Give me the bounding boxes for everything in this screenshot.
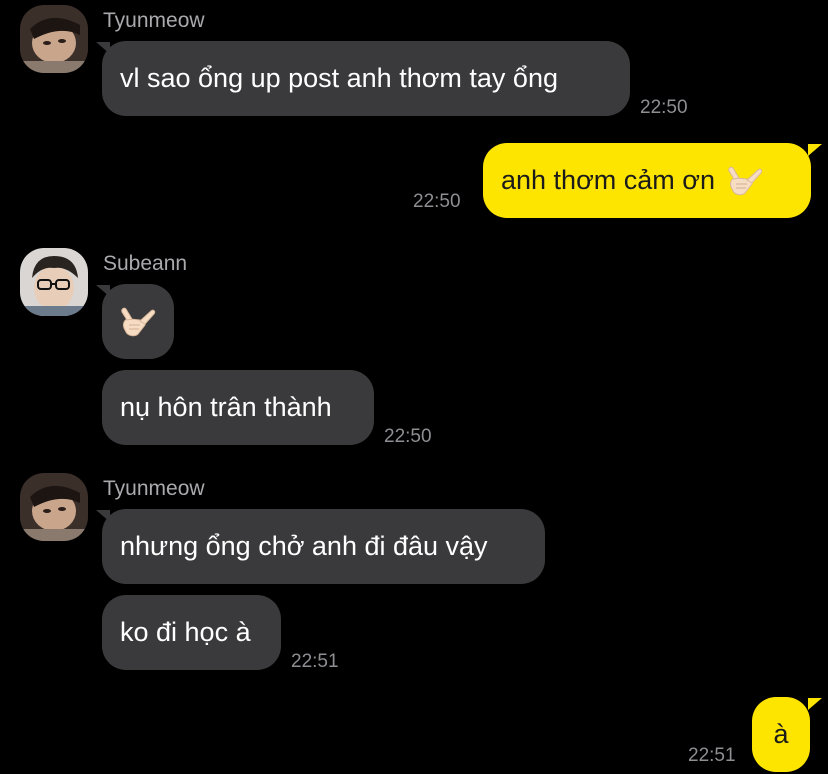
message-timestamp: 22:50 [384, 426, 432, 447]
message-bubble[interactable] [102, 284, 174, 359]
message-timestamp: 22:51 [291, 651, 339, 672]
message-timestamp: 22:50 [640, 97, 688, 118]
bubble-tail [808, 698, 822, 710]
message-bubble-outgoing[interactable]: à [752, 697, 810, 772]
call-me-hand-emoji-icon [118, 302, 158, 342]
message-timestamp: 22:50 [413, 191, 461, 212]
avatar-tyunmeow[interactable] [20, 5, 88, 73]
message-text: vl sao ổng up post anh thơm tay ổng [120, 63, 558, 93]
bubble-tail [808, 144, 822, 156]
call-me-hand-emoji-icon [725, 161, 765, 201]
message-bubble[interactable]: ko đi học à [102, 595, 281, 670]
message-text: anh thơm cảm ơn [501, 165, 715, 195]
sender-name: Tyunmeow [103, 9, 205, 32]
message-text: à [773, 719, 789, 749]
avatar-tyunmeow[interactable] [20, 473, 88, 541]
message-bubble[interactable]: nhưng ổng chở anh đi đâu vậy [102, 509, 545, 584]
message-text: nụ hôn trân thành [120, 392, 332, 422]
message-text: nhưng ổng chở anh đi đâu vậy [120, 531, 488, 561]
message-bubble-outgoing[interactable]: anh thơm cảm ơn [483, 143, 811, 218]
message-text: ko đi học à [120, 617, 251, 647]
avatar-subeann[interactable] [20, 248, 88, 316]
message-timestamp: 22:51 [688, 745, 736, 766]
sender-name: Tyunmeow [103, 477, 205, 500]
message-bubble[interactable]: nụ hôn trân thành [102, 370, 374, 445]
message-bubble[interactable]: vl sao ổng up post anh thơm tay ổng [102, 41, 630, 116]
sender-name: Subeann [103, 252, 188, 275]
